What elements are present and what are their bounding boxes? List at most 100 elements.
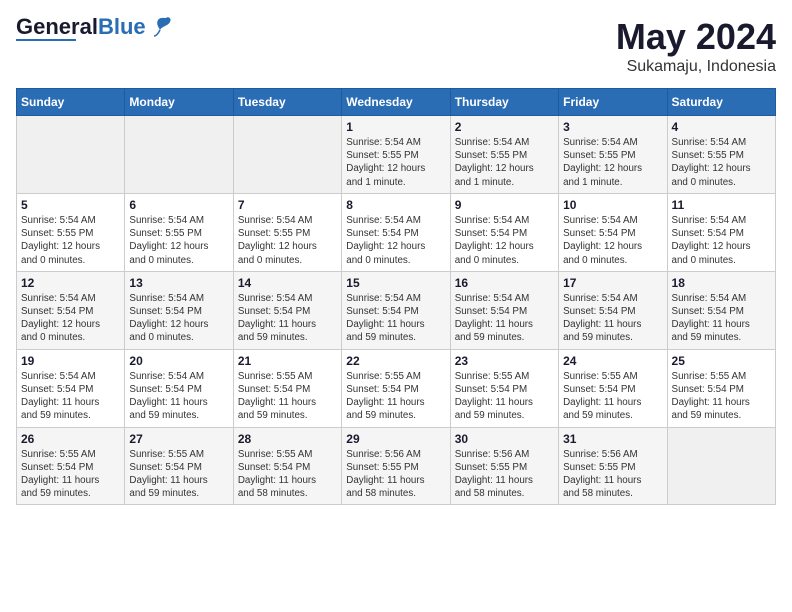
calendar-cell: 29 Sunrise: 5:56 AMSunset: 5:55 PMDayligh…: [342, 427, 450, 505]
day-info: Sunrise: 5:54 AMSunset: 5:54 PMDaylight:…: [346, 214, 445, 267]
weekday-header: Tuesday: [233, 89, 341, 116]
day-number: 12: [21, 276, 120, 290]
calendar-cell: 5Sunrise: 5:54 AMSunset: 5:55 PMDaylight…: [17, 193, 125, 271]
weekday-header: Friday: [559, 89, 667, 116]
calendar-week-row: 5Sunrise: 5:54 AMSunset: 5:55 PMDaylight…: [17, 193, 776, 271]
calendar-cell: 19 Sunrise: 5:54 AMSunset: 5:54 PMDayligh…: [17, 349, 125, 427]
calendar-cell: 20 Sunrise: 5:54 AMSunset: 5:54 PMDayligh…: [125, 349, 233, 427]
calendar-cell: 8 Sunrise: 5:54 AMSunset: 5:54 PMDaylight…: [342, 193, 450, 271]
calendar-cell: 10 Sunrise: 5:54 AMSunset: 5:54 PMDayligh…: [559, 193, 667, 271]
calendar-cell: [125, 116, 233, 194]
day-number: 18: [672, 276, 771, 290]
day-info: Sunrise: 5:54 AMSunset: 5:54 PMDaylight:…: [21, 292, 120, 345]
day-number: 8: [346, 198, 445, 212]
calendar-cell: [233, 116, 341, 194]
day-info: Sunrise: 5:56 AMSunset: 5:55 PMDaylight:…: [346, 448, 445, 501]
calendar-cell: 27 Sunrise: 5:55 AMSunset: 5:54 PMDayligh…: [125, 427, 233, 505]
day-info: Sunrise: 5:54 AMSunset: 5:54 PMDaylight:…: [672, 214, 771, 267]
calendar-week-row: 19 Sunrise: 5:54 AMSunset: 5:54 PMDayligh…: [17, 349, 776, 427]
calendar-cell: 3Sunrise: 5:54 AMSunset: 5:55 PMDaylight…: [559, 116, 667, 194]
calendar-cell: 1 Sunrise: 5:54 AMSunset: 5:55 PMDaylight…: [342, 116, 450, 194]
calendar-cell: 17 Sunrise: 5:54 AMSunset: 5:54 PMDayligh…: [559, 271, 667, 349]
calendar-cell: 7 Sunrise: 5:54 AMSunset: 5:55 PMDaylight…: [233, 193, 341, 271]
calendar-cell: 30Sunrise: 5:56 AMSunset: 5:55 PMDayligh…: [450, 427, 558, 505]
calendar-cell: 15Sunrise: 5:54 AMSunset: 5:54 PMDayligh…: [342, 271, 450, 349]
day-number: 14: [238, 276, 337, 290]
day-info: Sunrise: 5:54 AMSunset: 5:54 PMDaylight:…: [672, 292, 771, 345]
logo-bird-icon: [148, 16, 172, 38]
day-number: 4: [672, 120, 771, 134]
day-number: 31: [563, 432, 662, 446]
calendar-cell: 22 Sunrise: 5:55 AMSunset: 5:54 PMDayligh…: [342, 349, 450, 427]
day-info: Sunrise: 5:55 AMSunset: 5:54 PMDaylight:…: [129, 448, 228, 501]
calendar-week-row: 1 Sunrise: 5:54 AMSunset: 5:55 PMDaylight…: [17, 116, 776, 194]
logo: GeneralBlue: [16, 16, 172, 41]
day-info: Sunrise: 5:55 AMSunset: 5:54 PMDaylight:…: [346, 370, 445, 423]
calendar-cell: 12 Sunrise: 5:54 AMSunset: 5:54 PMDayligh…: [17, 271, 125, 349]
day-info: Sunrise: 5:55 AMSunset: 5:54 PMDaylight:…: [21, 448, 120, 501]
day-number: 10: [563, 198, 662, 212]
day-info: Sunrise: 5:54 AMSunset: 5:54 PMDaylight:…: [455, 292, 554, 345]
day-number: 15: [346, 276, 445, 290]
calendar-cell: 13 Sunrise: 5:54 AMSunset: 5:54 PMDayligh…: [125, 271, 233, 349]
calendar-title: May 2024: [616, 16, 776, 58]
calendar-week-row: 26 Sunrise: 5:55 AMSunset: 5:54 PMDayligh…: [17, 427, 776, 505]
day-info: Sunrise: 5:54 AMSunset: 5:55 PMDaylight:…: [21, 214, 120, 267]
calendar-cell: 6 Sunrise: 5:54 AMSunset: 5:55 PMDaylight…: [125, 193, 233, 271]
day-info: Sunrise: 5:55 AMSunset: 5:54 PMDaylight:…: [238, 448, 337, 501]
calendar-cell: 26 Sunrise: 5:55 AMSunset: 5:54 PMDayligh…: [17, 427, 125, 505]
day-number: 29: [346, 432, 445, 446]
calendar-cell: 18 Sunrise: 5:54 AMSunset: 5:54 PMDayligh…: [667, 271, 775, 349]
calendar-cell: 2Sunrise: 5:54 AMSunset: 5:55 PMDaylight…: [450, 116, 558, 194]
calendar-subtitle: Sukamaju, Indonesia: [616, 58, 776, 76]
calendar-week-row: 12 Sunrise: 5:54 AMSunset: 5:54 PMDayligh…: [17, 271, 776, 349]
day-info: Sunrise: 5:56 AMSunset: 5:55 PMDaylight:…: [563, 448, 662, 501]
calendar-cell: 11 Sunrise: 5:54 AMSunset: 5:54 PMDayligh…: [667, 193, 775, 271]
weekday-header: Monday: [125, 89, 233, 116]
day-number: 23: [455, 354, 554, 368]
title-block: May 2024 Sukamaju, Indonesia: [616, 16, 776, 76]
day-number: 13: [129, 276, 228, 290]
page-header: GeneralBlue May 2024 Sukamaju, Indonesia: [16, 16, 776, 76]
calendar-cell: 4 Sunrise: 5:54 AMSunset: 5:55 PMDaylight…: [667, 116, 775, 194]
day-info: Sunrise: 5:54 AMSunset: 5:54 PMDaylight:…: [455, 214, 554, 267]
day-info: Sunrise: 5:54 AMSunset: 5:55 PMDaylight:…: [129, 214, 228, 267]
day-number: 7: [238, 198, 337, 212]
day-number: 6: [129, 198, 228, 212]
calendar-cell: 9 Sunrise: 5:54 AMSunset: 5:54 PMDaylight…: [450, 193, 558, 271]
calendar-cell: [667, 427, 775, 505]
weekday-header: Sunday: [17, 89, 125, 116]
calendar-header-row: SundayMondayTuesdayWednesdayThursdayFrid…: [17, 89, 776, 116]
day-info: Sunrise: 5:55 AMSunset: 5:54 PMDaylight:…: [238, 370, 337, 423]
day-number: 27: [129, 432, 228, 446]
day-info: Sunrise: 5:54 AMSunset: 5:55 PMDaylight:…: [238, 214, 337, 267]
calendar-cell: 24Sunrise: 5:55 AMSunset: 5:54 PMDayligh…: [559, 349, 667, 427]
day-info: Sunrise: 5:55 AMSunset: 5:54 PMDaylight:…: [672, 370, 771, 423]
day-info: Sunrise: 5:54 AMSunset: 5:55 PMDaylight:…: [672, 136, 771, 189]
day-info: Sunrise: 5:54 AMSunset: 5:54 PMDaylight:…: [129, 370, 228, 423]
day-number: 11: [672, 198, 771, 212]
calendar-cell: 25Sunrise: 5:55 AMSunset: 5:54 PMDayligh…: [667, 349, 775, 427]
day-info: Sunrise: 5:54 AMSunset: 5:55 PMDaylight:…: [346, 136, 445, 189]
day-info: Sunrise: 5:55 AMSunset: 5:54 PMDaylight:…: [455, 370, 554, 423]
day-number: 17: [563, 276, 662, 290]
day-number: 3: [563, 120, 662, 134]
day-info: Sunrise: 5:54 AMSunset: 5:54 PMDaylight:…: [21, 370, 120, 423]
day-info: Sunrise: 5:54 AMSunset: 5:54 PMDaylight:…: [129, 292, 228, 345]
day-number: 24: [563, 354, 662, 368]
day-number: 22: [346, 354, 445, 368]
weekday-header: Thursday: [450, 89, 558, 116]
day-number: 1: [346, 120, 445, 134]
day-number: 30: [455, 432, 554, 446]
weekday-header: Saturday: [667, 89, 775, 116]
day-number: 19: [21, 354, 120, 368]
day-number: 9: [455, 198, 554, 212]
calendar-table: SundayMondayTuesdayWednesdayThursdayFrid…: [16, 88, 776, 505]
calendar-cell: 16Sunrise: 5:54 AMSunset: 5:54 PMDayligh…: [450, 271, 558, 349]
day-number: 20: [129, 354, 228, 368]
day-info: Sunrise: 5:54 AMSunset: 5:54 PMDaylight:…: [563, 292, 662, 345]
day-info: Sunrise: 5:54 AMSunset: 5:54 PMDaylight:…: [563, 214, 662, 267]
day-number: 2: [455, 120, 554, 134]
calendar-cell: [17, 116, 125, 194]
day-number: 26: [21, 432, 120, 446]
